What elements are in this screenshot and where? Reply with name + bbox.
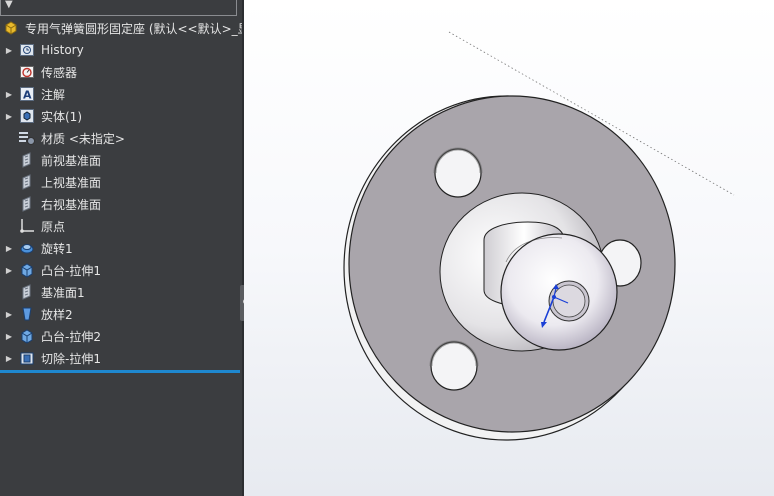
loft-icon <box>18 306 36 322</box>
tree-root-label: 专用气弹簧圆形固定座 (默认<<默认>_显 <box>25 21 242 36</box>
boss-extrude-icon <box>18 262 36 278</box>
feature-manager-tree: ▼ 专用气弹簧圆形固定座 (默认<<默认>_显 ▶ History 传感器 ▶ A 注解 ▶… <box>0 0 242 496</box>
tree-item-label: 凸台-拉伸1 <box>41 263 101 278</box>
tree-item-label: 注解 <box>41 87 66 102</box>
tree-item[interactable]: ▶ 放样2 <box>0 303 242 325</box>
sensor-icon <box>18 64 36 80</box>
tree-item[interactable]: 右视基准面 <box>0 193 242 215</box>
tree-item[interactable]: ▶ 实体(1) <box>0 105 242 127</box>
annotation-icon: A <box>18 86 36 102</box>
filter-icon[interactable]: ▼ <box>5 0 13 10</box>
expand-arrow-icon[interactable]: ▶ <box>0 244 18 253</box>
tree-item-label: History <box>41 43 84 57</box>
tree-item-label: 前视基准面 <box>41 153 102 168</box>
graphics-viewport[interactable] <box>244 0 774 496</box>
tree-root-part[interactable]: 专用气弹簧圆形固定座 (默认<<默认>_显 <box>0 17 242 39</box>
tree-item[interactable]: 传感器 <box>0 61 242 83</box>
expand-arrow-icon[interactable]: ▶ <box>0 90 18 99</box>
tree-item-label: 切除-拉伸1 <box>41 351 101 366</box>
plane-icon <box>18 152 36 168</box>
boss-extrude-icon <box>18 328 36 344</box>
plane-icon <box>18 174 36 190</box>
tree-item[interactable]: ▶ 切除-拉伸1 <box>0 347 242 369</box>
tree-item-label: 上视基准面 <box>41 175 102 190</box>
revolve-icon <box>18 240 36 256</box>
tree-item-label: 旋转1 <box>41 241 73 256</box>
tree-item-label: 原点 <box>41 219 66 234</box>
solid-body-icon <box>18 108 36 124</box>
tree-item-label: 传感器 <box>41 65 78 80</box>
tree-item[interactable]: ▶ History <box>0 39 242 61</box>
history-icon <box>18 42 36 58</box>
tree-item[interactable]: ▶ A 注解 <box>0 83 242 105</box>
plane-icon <box>18 196 36 212</box>
tree-item-label: 放样2 <box>41 307 73 322</box>
plane-icon <box>18 284 36 300</box>
tree-item-label: 右视基准面 <box>41 197 102 212</box>
tree-filter-bar[interactable]: ▼ <box>0 0 237 16</box>
tree-item-label: 凸台-拉伸2 <box>41 329 101 344</box>
tree-item-label: 材质 <未指定> <box>41 131 125 146</box>
tree-item[interactable]: ▶ 旋转1 <box>0 237 242 259</box>
tree-item[interactable]: ▶ 凸台-拉伸1 <box>0 259 242 281</box>
tree-item[interactable]: 材质 <未指定> <box>0 127 242 149</box>
rollback-bar[interactable] <box>0 370 240 373</box>
tree-item-label: 实体(1) <box>41 109 82 124</box>
tree-item-label: 基准面1 <box>41 285 85 300</box>
expand-arrow-icon[interactable]: ▶ <box>0 310 18 319</box>
part-icon <box>2 20 20 36</box>
origin-icon <box>18 218 36 234</box>
cut-extrude-icon <box>18 350 36 366</box>
expand-arrow-icon[interactable]: ▶ <box>0 266 18 275</box>
expand-arrow-icon[interactable]: ▶ <box>0 46 18 55</box>
tree-item[interactable]: 前视基准面 <box>0 149 242 171</box>
expand-arrow-icon[interactable]: ▶ <box>0 332 18 341</box>
model-view[interactable] <box>244 0 774 496</box>
expand-arrow-icon[interactable]: ▶ <box>0 112 18 121</box>
material-icon <box>18 130 36 146</box>
tree-item[interactable]: 基准面1 <box>0 281 242 303</box>
expand-arrow-icon[interactable]: ▶ <box>0 354 18 363</box>
svg-text:A: A <box>23 89 32 102</box>
tree-item[interactable]: 原点 <box>0 215 242 237</box>
tree-item[interactable]: ▶ 凸台-拉伸2 <box>0 325 242 347</box>
tree-item[interactable]: 上视基准面 <box>0 171 242 193</box>
